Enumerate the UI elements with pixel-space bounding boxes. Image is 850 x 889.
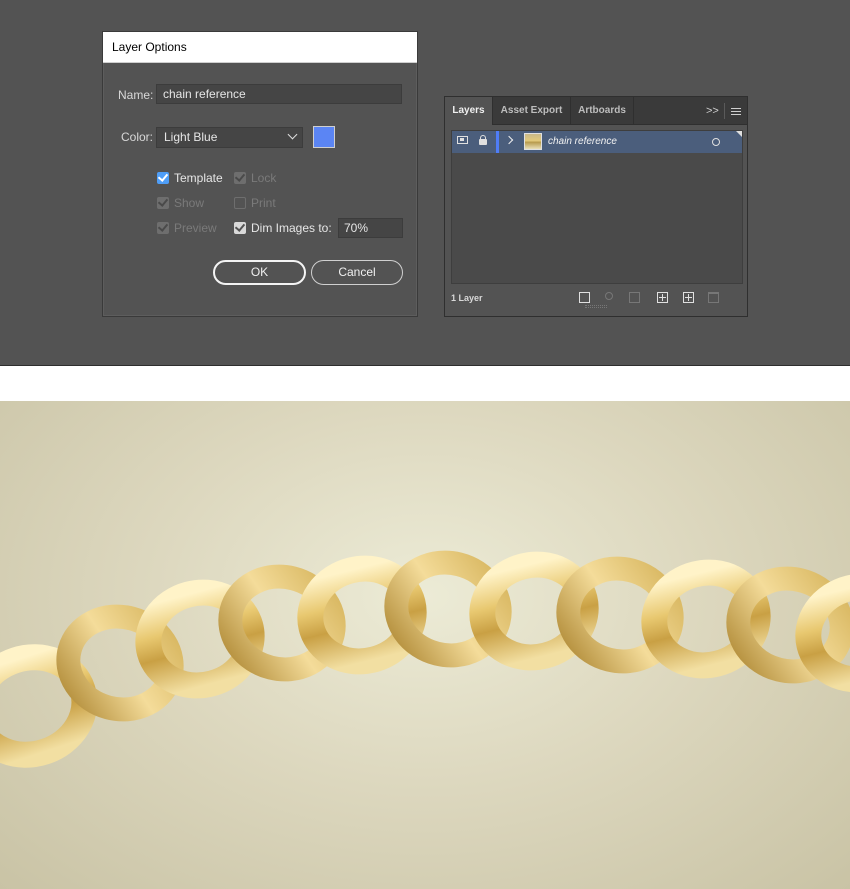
checkbox-checked-icon (234, 172, 246, 184)
gold-chain-image (0, 550, 850, 768)
chevron-right-icon[interactable] (504, 135, 514, 145)
template-checkbox[interactable]: Template (157, 170, 223, 186)
collapse-panels-icon[interactable]: >> (706, 97, 719, 125)
color-label: Color: (121, 130, 154, 144)
layer-name[interactable]: chain reference (548, 131, 617, 153)
tab-artboards[interactable]: Artboards (571, 97, 633, 125)
target-circle-icon[interactable] (712, 138, 720, 146)
preview-label: Preview (174, 221, 217, 235)
layer-row-chain-reference[interactable]: chain reference (452, 131, 742, 153)
panel-menu-icon[interactable] (731, 108, 741, 109)
tab-divider (633, 97, 634, 125)
app-workspace: Layer Options Name: chain reference Colo… (0, 0, 850, 366)
color-select[interactable]: Light Blue (156, 127, 303, 148)
checkbox-checked-icon (157, 172, 169, 184)
tab-layers[interactable]: Layers (445, 97, 492, 126)
checkbox-checked-icon (234, 222, 246, 234)
template-label: Template (174, 171, 223, 185)
name-label: Name: (118, 88, 154, 102)
dialog-title: Layer Options (103, 32, 417, 63)
layers-list: chain reference (451, 130, 743, 284)
checkbox-checked-icon (157, 197, 169, 209)
lock-checkbox[interactable]: Lock (234, 170, 276, 186)
menu-divider (724, 103, 725, 119)
new-layer-icon[interactable] (683, 292, 694, 303)
search-icon[interactable] (605, 292, 613, 300)
layer-options-dialog: Layer Options Name: chain reference Colo… (102, 31, 418, 317)
checkbox-checked-icon (157, 222, 169, 234)
layer-count: 1 Layer (451, 293, 483, 303)
checkbox-unchecked-icon (234, 197, 246, 209)
chain-reference-photo (0, 401, 850, 889)
color-swatch[interactable] (313, 126, 335, 148)
show-checkbox[interactable]: Show (157, 195, 204, 211)
layer-thumbnail (524, 133, 542, 150)
dim-images-label: Dim Images to: (251, 221, 332, 235)
show-label: Show (174, 196, 205, 210)
preview-checkbox[interactable]: Preview (157, 220, 217, 236)
dim-images-input[interactable]: 70% (338, 218, 403, 238)
lock-label: Lock (251, 171, 277, 185)
panel-footer: 1 Layer (445, 289, 747, 309)
lock-icon[interactable] (479, 135, 487, 145)
print-checkbox[interactable]: Print (234, 195, 276, 211)
ok-button[interactable]: OK (213, 260, 306, 285)
name-input[interactable]: chain reference (156, 84, 402, 104)
cancel-button[interactable]: Cancel (311, 260, 403, 285)
new-sublayer-icon[interactable] (657, 292, 668, 303)
dim-images-checkbox[interactable]: Dim Images to: (234, 220, 332, 236)
print-label: Print (251, 196, 276, 210)
trash-icon[interactable] (708, 292, 719, 303)
chevron-down-icon (287, 129, 298, 140)
clipping-mask-icon[interactable] (629, 292, 640, 303)
resize-grip[interactable] (585, 305, 607, 308)
selection-corner-icon (736, 131, 742, 137)
panel-tab-bar: Layers Asset Export Artboards >> (445, 97, 747, 126)
color-select-value: Light Blue (164, 130, 218, 144)
export-icon[interactable] (579, 292, 590, 303)
layers-panel: Layers Asset Export Artboards >> chain r… (444, 96, 748, 317)
tab-asset-export[interactable]: Asset Export (493, 97, 570, 125)
template-visibility-icon[interactable] (457, 136, 468, 144)
layer-color-indicator (496, 131, 499, 153)
